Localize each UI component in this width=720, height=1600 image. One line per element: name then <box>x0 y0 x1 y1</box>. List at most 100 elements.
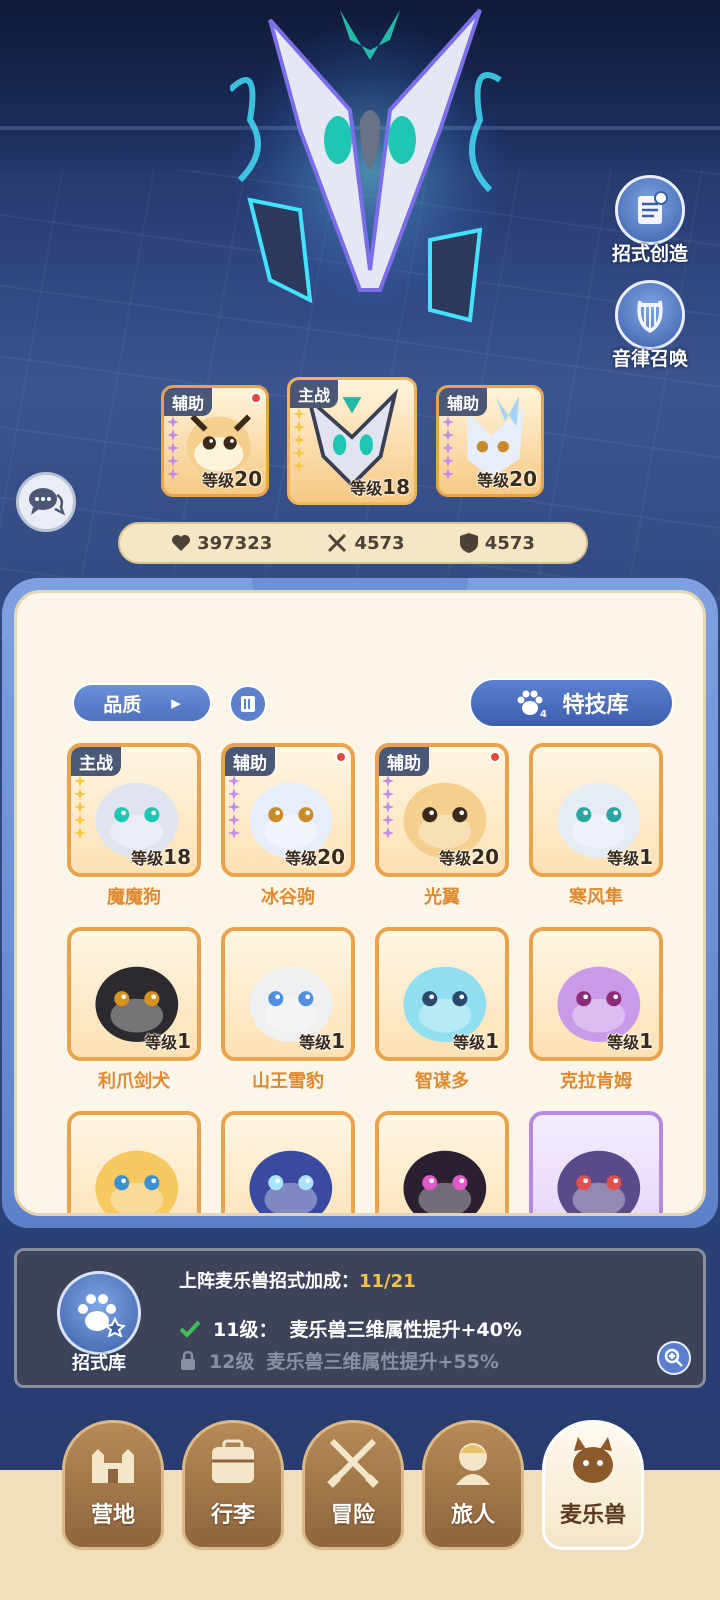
pet-card[interactable]: 等级1 利爪剑犬 <box>67 927 203 1107</box>
melody-summon-button[interactable]: 音律召唤 <box>600 280 700 371</box>
move-bonus-panel: 招式库 上阵麦乐兽招式加成：11/21 11级： 麦乐兽三维属性提升+40% 1… <box>14 1248 706 1388</box>
magnifier-icon <box>664 1348 683 1367</box>
pet-role-tag: 辅助 <box>379 747 429 776</box>
attack-value: 4573 <box>354 532 405 554</box>
pet-name: 克拉肯姆 <box>560 1071 632 1092</box>
svg-text:4: 4 <box>540 709 547 718</box>
caret-right-icon: ▸ <box>171 692 181 714</box>
pet-card[interactable]: 主战 等级18 魔魔狗 <box>67 743 203 923</box>
pet-name: 智谋多 <box>415 1071 469 1092</box>
nav-tab-3[interactable]: 旅人 <box>422 1420 524 1550</box>
nav-tab-4[interactable]: 麦乐兽 <box>542 1420 644 1550</box>
nav-tab-2[interactable]: 冒险 <box>302 1420 404 1550</box>
pet-card[interactable]: 等级1 克拉肯姆 <box>529 927 665 1107</box>
heart-icon <box>172 535 191 551</box>
pet-icon <box>573 1437 613 1483</box>
pet-level: 等级1 <box>453 1029 499 1053</box>
pet-card[interactable] <box>529 1111 665 1213</box>
paw-icon: 4 <box>517 690 547 718</box>
bonus-count: 11/21 <box>359 1271 416 1292</box>
pet-role-tag: 主战 <box>71 747 121 776</box>
bonus-line-unlocked: 11级： 麦乐兽三维属性提升+40% <box>179 1315 522 1342</box>
pet-card[interactable]: 等级1 山王雪豹 <box>221 927 357 1107</box>
pet-card-frame <box>221 1111 355 1213</box>
pet-card-frame: 等级1 <box>67 927 201 1061</box>
pet-card[interactable]: 辅助等级20 光翼 <box>375 743 511 923</box>
quality-filter-label: 品质 <box>103 693 142 716</box>
star-rating <box>167 416 181 480</box>
pet-portrait <box>95 1150 179 1213</box>
pet-card-frame: 等级1 <box>375 927 509 1061</box>
zoom-button[interactable] <box>657 1341 691 1375</box>
team-role-tag: 辅助 <box>164 388 213 416</box>
pet-portrait <box>249 1150 333 1213</box>
team-slot-1[interactable]: 辅助 等级20 <box>161 385 269 497</box>
bottom-navigation: 营地 行李 冒险 旅人 麦乐兽 <box>0 1420 720 1600</box>
paw-star-icon <box>57 1271 141 1355</box>
pet-name: 光翼 <box>424 887 460 908</box>
pet-card-frame: 等级1 <box>529 927 663 1061</box>
lock-icon <box>181 1350 195 1370</box>
hp-stat: 397323 <box>171 533 272 554</box>
star-rating <box>442 416 456 480</box>
nav-tab-label: 冒险 <box>330 1503 375 1528</box>
pet-card[interactable]: 等级1 智谋多 <box>375 927 511 1107</box>
featured-pet-model <box>230 8 510 323</box>
pet-grid: 主战 等级18 魔魔狗 辅助 等级20 冰谷驹 辅助 等级20 光翼 等级1 寒风隼 等级1 利… <box>67 743 671 1213</box>
crossed-swords-icon <box>328 533 347 553</box>
bonus-title: 上阵麦乐兽招式加成：11/21 <box>179 1271 416 1292</box>
move-library-button[interactable]: 招式库 <box>53 1271 145 1381</box>
pet-level: 等级1 <box>145 1029 191 1053</box>
defense-stat: 4573 <box>459 532 535 554</box>
nav-tab-label: 营地 <box>90 1503 135 1528</box>
castle-icon <box>92 1449 134 1483</box>
checkmark-icon <box>179 1320 201 1338</box>
move-library-label: 招式库 <box>72 1353 126 1374</box>
pet-level: 等级20 <box>285 845 345 869</box>
swords-icon <box>327 1438 379 1488</box>
pet-collection-inner: 品质 ▸ 4 特技库 主战 等级18 魔魔狗 辅助 等级20 冰谷驹 辅助 等级… <box>14 590 706 1216</box>
pet-level: 等级1 <box>607 1029 653 1053</box>
team-role-tag: 辅助 <box>439 388 488 416</box>
notification-dot <box>489 751 501 763</box>
skill-library-label: 特技库 <box>562 693 629 718</box>
pet-portrait <box>557 1150 641 1213</box>
attack-stat: 4573 <box>326 532 405 554</box>
team-lineup: 辅助 等级20 主战 等级18 辅助 等级20 <box>0 377 720 515</box>
team-stats-bar: 397323 4573 4573 <box>118 522 588 564</box>
nav-tab-0[interactable]: 营地 <box>62 1420 164 1550</box>
nav-tab-label: 旅人 <box>450 1503 495 1528</box>
nav-tab-1[interactable]: 行李 <box>182 1420 284 1550</box>
pet-name: 利爪剑犬 <box>98 1071 170 1092</box>
notification-dot <box>250 392 262 404</box>
pet-card-frame: 等级1 <box>221 927 355 1061</box>
notification-dot <box>335 751 347 763</box>
pet-card-frame: 辅助 等级20 <box>221 743 355 877</box>
pet-card[interactable] <box>375 1111 511 1213</box>
skill-library-button[interactable]: 4 特技库 <box>469 678 674 728</box>
pet-name: 山王雪豹 <box>252 1071 324 1092</box>
pet-card[interactable]: 辅助 等级20 冰谷驹 <box>221 743 357 923</box>
pet-level: 等级1 <box>299 1029 345 1053</box>
pet-name: 冰谷驹 <box>261 887 315 908</box>
star-rating <box>74 775 88 839</box>
team-slot-2[interactable]: 主战 等级18 <box>287 377 417 505</box>
move-creation-button[interactable]: 招式创造 <box>600 175 700 266</box>
pet-card[interactable]: 等级1 寒风隼 <box>529 743 665 923</box>
team-level: 等级18 <box>350 475 410 499</box>
lyre-icon <box>615 280 685 350</box>
hp-value: 397323 <box>197 532 273 554</box>
bonus-line-locked: 12级 麦乐兽三维属性提升+55% <box>179 1347 499 1374</box>
quality-filter-button[interactable]: 品质 ▸ <box>72 683 212 723</box>
team-level: 等级20 <box>202 467 262 491</box>
book-icon <box>241 696 255 712</box>
team-slot-3[interactable]: 辅助 等级20 <box>436 385 544 497</box>
pet-level: 等级20 <box>439 845 499 869</box>
codex-button[interactable] <box>229 685 267 723</box>
star-rating <box>293 408 307 472</box>
pet-card[interactable] <box>221 1111 357 1213</box>
star-rating <box>228 775 242 839</box>
melody-summon-label: 音律召唤 <box>611 348 688 370</box>
shield-icon <box>459 533 478 553</box>
pet-card[interactable] <box>67 1111 203 1213</box>
